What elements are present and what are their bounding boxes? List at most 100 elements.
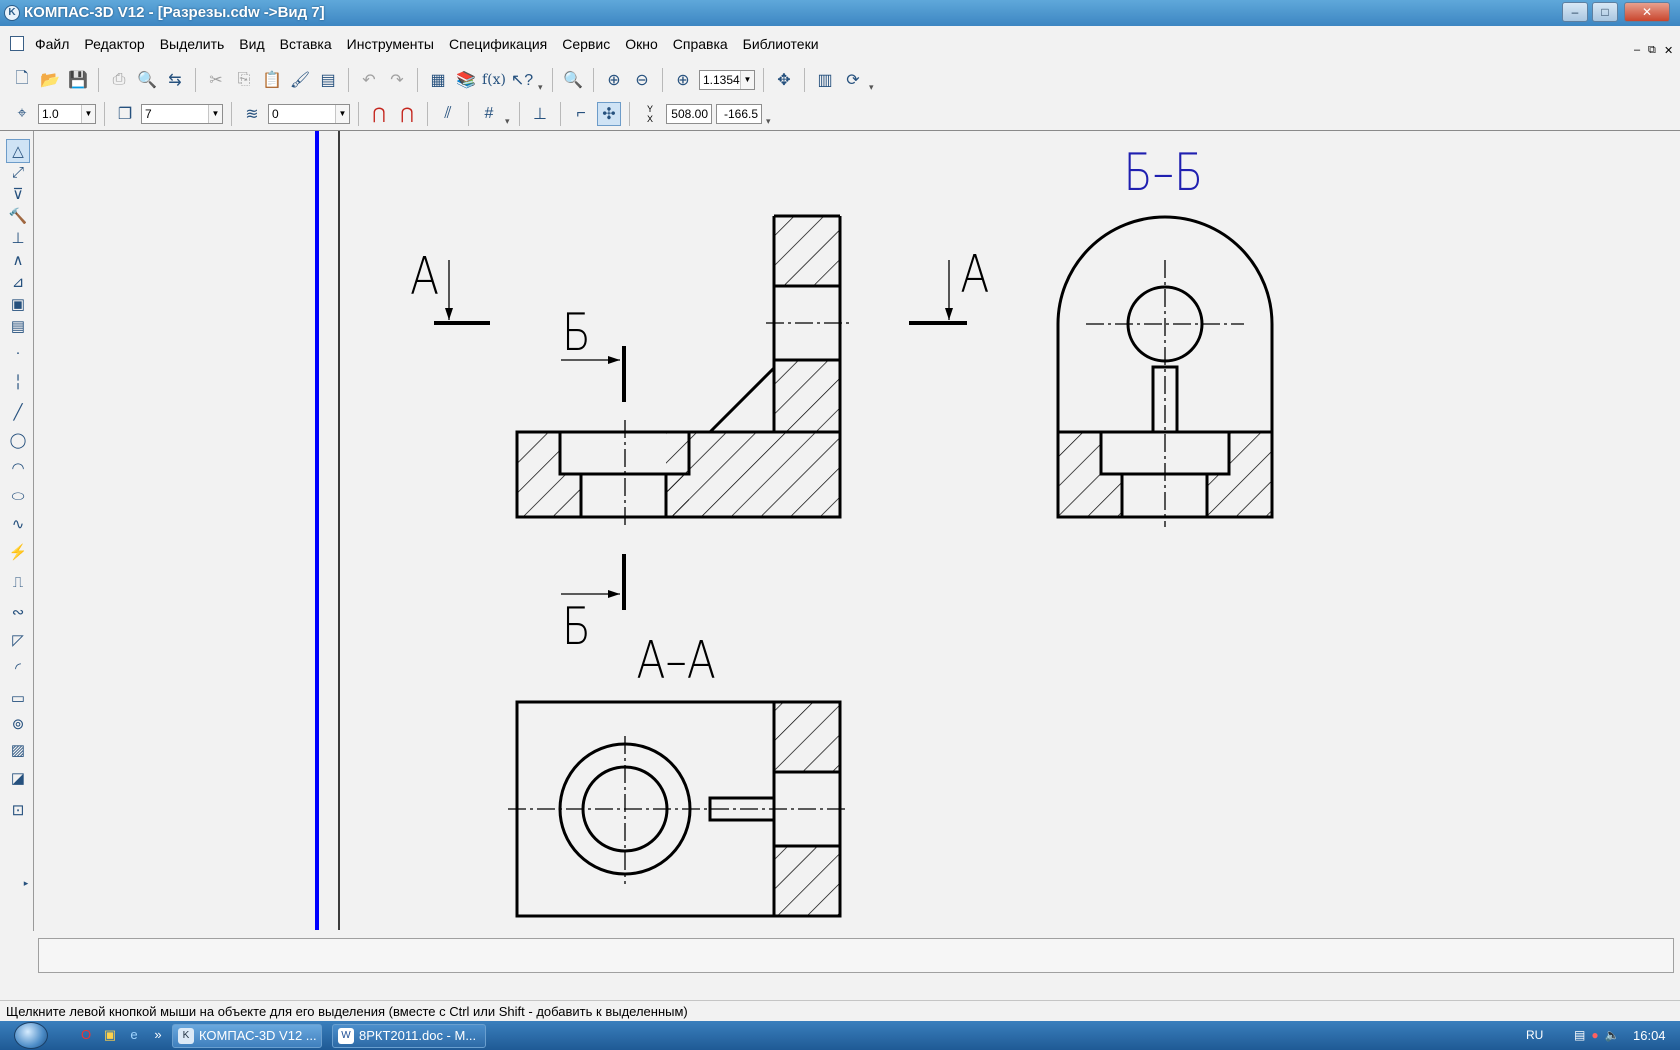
coordinate-y-field[interactable]: -166.5 <box>716 104 762 124</box>
toolbar-grip-icon[interactable]: ▾ <box>766 101 772 127</box>
mdi-minimize-button[interactable]: – <box>1634 44 1640 56</box>
local-snap-magnet-icon[interactable]: ⋂ <box>395 102 419 126</box>
paste-icon[interactable]: 📋 <box>260 68 284 92</box>
taskbar-item-word[interactable]: W 8РКТ2011.doc - М... <box>332 1024 486 1048</box>
print-icon[interactable]: ⎙ <box>107 68 131 92</box>
library-manager-icon[interactable]: 📚 <box>454 68 478 92</box>
chevron-down-icon[interactable]: ▾ <box>505 101 511 127</box>
menu-service[interactable]: Сервис <box>562 36 610 52</box>
quick-launch-more-icon[interactable]: » <box>150 1027 166 1043</box>
manager-icon[interactable]: ▦ <box>426 68 450 92</box>
taskbar-item-kompas[interactable]: K КОМПАС-3D V12 ... <box>172 1024 322 1048</box>
clock[interactable]: 16:04 <box>1633 1028 1666 1043</box>
command-line[interactable] <box>38 938 1674 973</box>
coordinate-x-field[interactable]: 508.00 <box>666 104 712 124</box>
spline-icon[interactable]: ∿ <box>6 513 30 537</box>
circle-icon[interactable]: ◯ <box>6 429 30 453</box>
snap-magnet-icon[interactable]: ⋂ <box>367 102 391 126</box>
copy-icon[interactable]: ⎘ <box>232 68 256 92</box>
open-folder-icon[interactable]: 📂 <box>38 68 62 92</box>
context-help-icon[interactable]: ↖? <box>510 68 534 92</box>
print-preview-icon[interactable]: 🔍 <box>135 68 159 92</box>
export-icon[interactable]: ⇆ <box>163 68 187 92</box>
section-aa-view[interactable] <box>508 700 848 918</box>
app-icon[interactable]: ▣ <box>102 1027 118 1043</box>
collect-contour-icon[interactable]: ⊡ <box>6 799 30 823</box>
point-icon[interactable]: · <box>6 341 30 365</box>
opera-icon[interactable]: O <box>78 1027 94 1043</box>
front-view[interactable] <box>515 214 850 528</box>
menu-file[interactable]: Файл <box>35 36 69 52</box>
arc-icon[interactable]: ◠ <box>6 457 30 481</box>
internet-explorer-icon[interactable]: e <box>126 1027 142 1043</box>
fill-icon[interactable]: ◪ <box>6 767 30 791</box>
continuous-input-icon[interactable]: ⚡ <box>6 541 30 565</box>
edit-panel-icon[interactable]: 🔨 <box>6 205 30 229</box>
polyline-icon[interactable]: ⎍ <box>6 571 30 595</box>
zoom-in-icon[interactable]: ⊕ <box>671 68 695 92</box>
language-indicator[interactable]: RU <box>1526 1028 1543 1042</box>
local-coordinates-icon[interactable]: ⊥ <box>528 102 552 126</box>
chevron-down-icon[interactable]: ▼ <box>740 71 754 89</box>
new-document-icon[interactable]: 🗋 <box>10 68 34 92</box>
chevron-down-icon[interactable]: ▼ <box>81 105 95 123</box>
geometry-panel-icon[interactable]: △ <box>6 139 30 163</box>
cursor-step-icon[interactable]: ⌖ <box>10 102 34 126</box>
round-icon[interactable]: ✣ <box>597 102 621 126</box>
step-select[interactable]: 1.0 ▼ <box>38 104 96 124</box>
menu-help[interactable]: Справка <box>673 36 728 52</box>
equidistant-icon[interactable]: ⊚ <box>6 713 30 737</box>
section-bb-view[interactable] <box>1056 215 1274 527</box>
undo-icon[interactable]: ↶ <box>357 68 381 92</box>
cut-icon[interactable]: ✂ <box>204 68 228 92</box>
auxiliary-line-icon[interactable]: ╎ <box>6 371 30 395</box>
show-all-icon[interactable]: ▥ <box>813 68 837 92</box>
measurements-panel-icon[interactable]: ∧ <box>6 249 30 273</box>
layer-select[interactable]: 7 ▼ <box>141 104 223 124</box>
antivirus-icon[interactable]: ● <box>1591 1028 1598 1042</box>
section-marker-a-right[interactable] <box>909 260 967 325</box>
network-icon[interactable]: ▤ <box>1574 1028 1585 1042</box>
zoom-scale-select[interactable]: 1.1354 ▼ <box>699 70 755 90</box>
volume-icon[interactable]: 🔈 <box>1605 1028 1620 1042</box>
zoom-frame-icon[interactable]: ⊕ <box>602 68 626 92</box>
parallel-icon[interactable]: ⫽ <box>436 102 460 126</box>
section-marker-a-left[interactable] <box>434 260 490 325</box>
segment-icon[interactable]: ╱ <box>6 401 30 425</box>
style-select[interactable]: 0 ▼ <box>268 104 350 124</box>
menu-insert[interactable]: Вставка <box>280 36 332 52</box>
specification-panel-icon[interactable]: ▤ <box>6 315 30 339</box>
dimensions-panel-icon[interactable]: ⤢ <box>6 161 30 185</box>
format-painter-icon[interactable]: 🖌 <box>288 68 312 92</box>
chevron-down-icon[interactable]: ▼ <box>335 105 349 123</box>
notations-panel-icon[interactable]: ⊽ <box>6 183 30 207</box>
parametrization-panel-icon[interactable]: ⊥ <box>6 227 30 251</box>
refresh-icon[interactable]: ⟳ <box>841 68 865 92</box>
menu-window[interactable]: Окно <box>625 36 658 52</box>
toolbar-grip-icon[interactable]: ▾ <box>538 67 544 93</box>
maximize-button[interactable]: □ <box>1592 2 1618 22</box>
menu-libraries[interactable]: Библиотеки <box>743 36 819 52</box>
variables-icon[interactable]: f(x) <box>482 68 506 92</box>
drawing-canvas[interactable]: А А Б Б Б–Б А–А <box>35 131 1680 930</box>
layers-icon[interactable]: ≋ <box>240 102 264 126</box>
expand-panel-icon[interactable]: ▸ <box>22 871 30 895</box>
fillet-icon[interactable]: ◜ <box>6 657 30 681</box>
menu-specification[interactable]: Спецификация <box>449 36 547 52</box>
bezier-curve-icon[interactable]: ∾ <box>6 601 30 625</box>
zoom-window-icon[interactable]: 🔍 <box>561 68 585 92</box>
start-button[interactable] <box>14 1022 48 1049</box>
rectangle-icon[interactable]: ▭ <box>6 687 30 711</box>
chamfer-icon[interactable]: ◸ <box>6 629 30 653</box>
menu-tools[interactable]: Инструменты <box>347 36 434 52</box>
redo-icon[interactable]: ↷ <box>385 68 409 92</box>
toolbar-grip-icon[interactable]: ▾ <box>869 67 875 93</box>
minimize-button[interactable]: – <box>1562 2 1588 22</box>
save-icon[interactable]: 💾 <box>66 68 90 92</box>
menu-select[interactable]: Выделить <box>160 36 225 52</box>
properties-icon[interactable]: ▤ <box>316 68 340 92</box>
layer-icon[interactable]: ❐ <box>113 102 137 126</box>
hatch-icon[interactable]: ▨ <box>6 739 30 763</box>
menu-editor[interactable]: Редактор <box>84 36 144 52</box>
ellipse-icon[interactable]: ⬭ <box>6 485 30 509</box>
